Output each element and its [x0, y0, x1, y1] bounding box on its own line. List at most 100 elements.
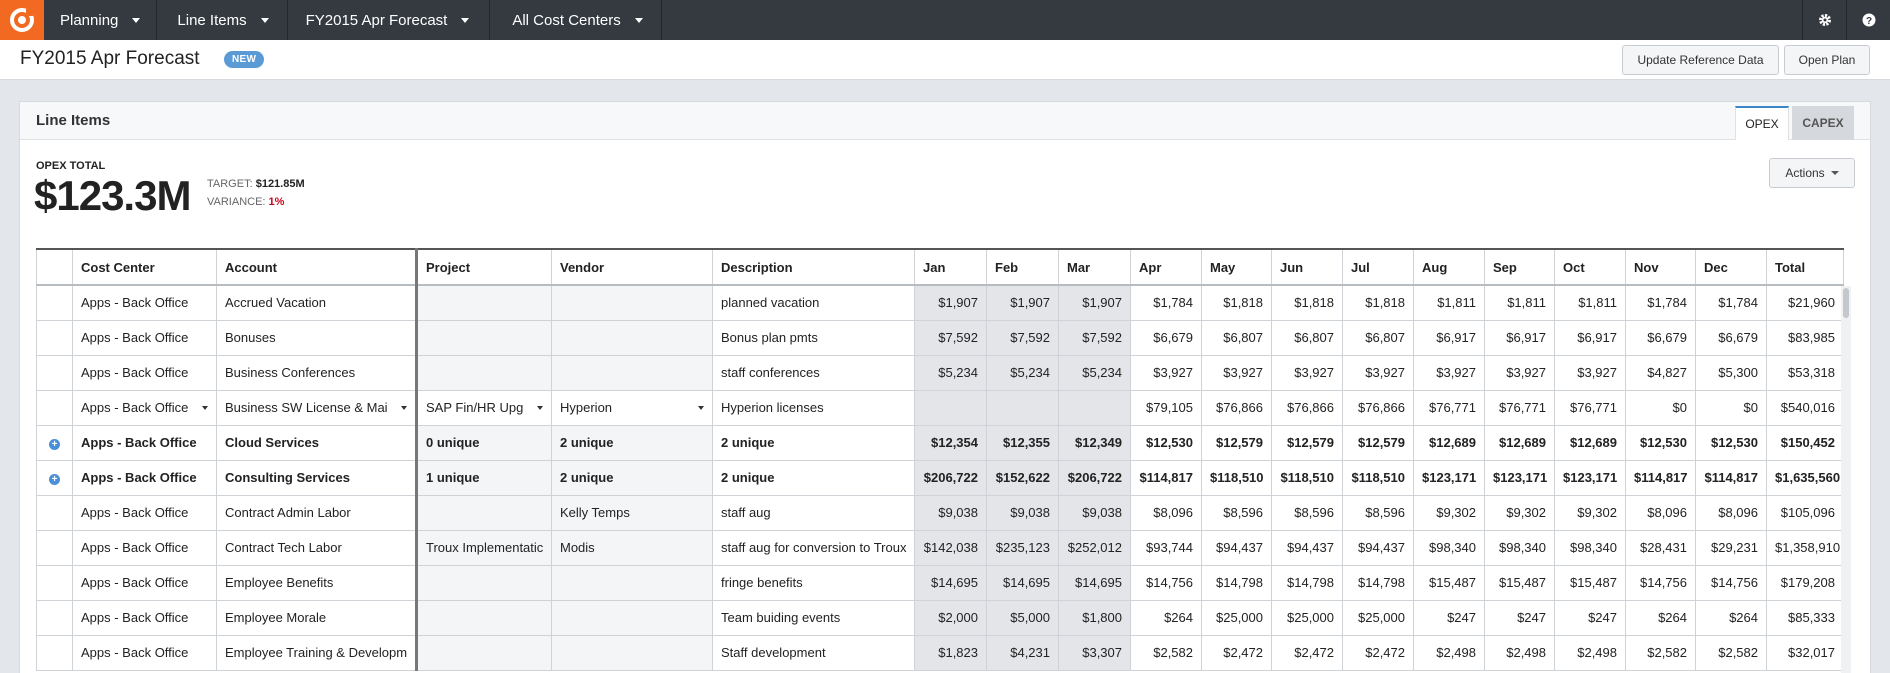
table-cell-sep[interactable]: $123,171	[1484, 459, 1555, 496]
table-cell-project[interactable]	[416, 599, 552, 636]
table-cell-feb[interactable]: $5,234	[986, 354, 1059, 391]
table-cell-cost-center[interactable]: Apps - Back Office	[72, 284, 217, 321]
table-cell-jun[interactable]: $6,807	[1271, 319, 1343, 356]
table-cell-description[interactable]: Hyperion licenses	[712, 389, 915, 426]
table-cell-jan[interactable]: $14,695	[914, 564, 987, 601]
table-cell-jan[interactable]	[914, 389, 987, 426]
table-cell-may[interactable]: $2,472	[1201, 634, 1272, 671]
table-row[interactable]: Apps - Back Office Employee Morale Team bu…	[36, 599, 1844, 636]
table-cell-jul[interactable]: $2,472	[1342, 634, 1414, 671]
table-cell-description[interactable]: Staff development	[712, 634, 915, 671]
table-cell-description[interactable]: staff aug for conversion to Troux	[712, 529, 915, 566]
table-cell-jul[interactable]: $12,579	[1342, 424, 1414, 461]
table-row[interactable]: Apps - Back Office Bonuses Bonus plan pmts…	[36, 319, 1844, 356]
table-cell-description[interactable]: fringe benefits	[712, 564, 915, 601]
table-cell-cost-center[interactable]: Apps - Back Office	[72, 424, 217, 461]
table-cell-sep[interactable]: $247	[1484, 599, 1555, 636]
table-cell-mar[interactable]: $1,907	[1058, 284, 1131, 321]
table-cell-may[interactable]: $118,510	[1201, 459, 1272, 496]
table-cell-oct[interactable]: $12,689	[1554, 424, 1626, 461]
table-cell-nov[interactable]: $114,817	[1625, 459, 1696, 496]
table-cell-jan[interactable]: $5,234	[914, 354, 987, 391]
table-cell-vendor[interactable]: Hyperion	[551, 389, 713, 426]
table-cell-jun[interactable]: $118,510	[1271, 459, 1343, 496]
table-cell-description[interactable]: Bonus plan pmts	[712, 319, 915, 356]
table-cell-feb[interactable]: $7,592	[986, 319, 1059, 356]
table-cell-jun[interactable]: $76,866	[1271, 389, 1343, 426]
table-cell-description[interactable]: 2 unique	[712, 459, 915, 496]
table-cell-cost-center[interactable]: Apps - Back Office	[72, 494, 217, 531]
column-header[interactable]: Aug	[1413, 248, 1485, 286]
dropdown-caret-icon[interactable]	[202, 405, 208, 410]
table-cell-total[interactable]: $85,333	[1766, 599, 1844, 636]
table-cell-jan[interactable]: $206,722	[914, 459, 987, 496]
table-cell-sep[interactable]: $76,771	[1484, 389, 1555, 426]
table-cell-jul[interactable]: $6,807	[1342, 319, 1414, 356]
table-cell-jun[interactable]: $2,472	[1271, 634, 1343, 671]
table-cell-cost-center[interactable]: Apps - Back Office	[72, 459, 217, 496]
table-cell-jun[interactable]: $3,927	[1271, 354, 1343, 391]
table-cell-apr[interactable]: $3,927	[1130, 354, 1202, 391]
table-cell-oct[interactable]: $123,171	[1554, 459, 1626, 496]
table-cell-dec[interactable]: $6,679	[1695, 319, 1767, 356]
table-row[interactable]: Apps - Back Office Accrued Vacation planne…	[36, 284, 1844, 321]
table-cell-account[interactable]: Employee Morale	[216, 599, 418, 636]
table-cell-jan[interactable]: $2,000	[914, 599, 987, 636]
table-cell-mar[interactable]: $5,234	[1058, 354, 1131, 391]
table-cell-may[interactable]: $12,579	[1201, 424, 1272, 461]
table-cell-nov[interactable]: $1,784	[1625, 284, 1696, 321]
table-cell-aug[interactable]: $98,340	[1413, 529, 1485, 566]
nav-cost-centers[interactable]: All Cost Centers	[490, 0, 662, 40]
table-cell-oct[interactable]: $76,771	[1554, 389, 1626, 426]
table-cell-jun[interactable]: $14,798	[1271, 564, 1343, 601]
table-cell-jan[interactable]: $1,823	[914, 634, 987, 671]
table-cell-description[interactable]: planned vacation	[712, 284, 915, 321]
table-cell-sep[interactable]: $3,927	[1484, 354, 1555, 391]
column-header[interactable]: Dec	[1695, 248, 1767, 286]
table-cell-vendor[interactable]	[551, 284, 713, 321]
column-header[interactable]: Feb	[986, 248, 1059, 286]
table-cell-nov[interactable]: $0	[1625, 389, 1696, 426]
table-cell-cost-center[interactable]: Apps - Back Office	[72, 389, 217, 426]
table-cell-sep[interactable]: $2,498	[1484, 634, 1555, 671]
table-cell-sep[interactable]: $12,689	[1484, 424, 1555, 461]
tab-opex[interactable]: OPEX	[1735, 106, 1789, 140]
table-cell-may[interactable]: $6,807	[1201, 319, 1272, 356]
table-cell-jul[interactable]: $94,437	[1342, 529, 1414, 566]
table-cell-total[interactable]: $32,017	[1766, 634, 1844, 671]
table-cell-mar[interactable]: $12,349	[1058, 424, 1131, 461]
table-row[interactable]: + Apps - Back Office Cloud Services 0 uniqu…	[36, 424, 1844, 461]
update-reference-data-button[interactable]: Update Reference Data	[1622, 45, 1779, 75]
table-cell-description[interactable]: Team buiding events	[712, 599, 915, 636]
table-cell-feb[interactable]: $152,622	[986, 459, 1059, 496]
table-row[interactable]: Apps - Back Office Business SW License & …	[36, 389, 1844, 426]
table-cell-total[interactable]: $1,635,560	[1766, 459, 1844, 496]
table-cell-may[interactable]: $76,866	[1201, 389, 1272, 426]
table-cell-account[interactable]: Bonuses	[216, 319, 418, 356]
scrollbar-thumb[interactable]	[1843, 288, 1849, 318]
table-cell-feb[interactable]: $9,038	[986, 494, 1059, 531]
table-cell-feb[interactable]: $12,355	[986, 424, 1059, 461]
column-header[interactable]: Total	[1766, 248, 1844, 286]
column-header[interactable]: Project	[416, 248, 552, 286]
tab-capex[interactable]: CAPEX	[1792, 106, 1854, 140]
table-cell-oct[interactable]: $1,811	[1554, 284, 1626, 321]
table-cell-dec[interactable]: $14,756	[1695, 564, 1767, 601]
table-cell-jan[interactable]: $142,038	[914, 529, 987, 566]
table-cell-nov[interactable]: $28,431	[1625, 529, 1696, 566]
table-cell-aug[interactable]: $1,811	[1413, 284, 1485, 321]
table-cell-nov[interactable]: $14,756	[1625, 564, 1696, 601]
table-cell-aug[interactable]: $6,917	[1413, 319, 1485, 356]
table-cell-nov[interactable]: $264	[1625, 599, 1696, 636]
table-cell-aug[interactable]: $3,927	[1413, 354, 1485, 391]
table-cell-project[interactable]: 1 unique	[416, 459, 552, 496]
table-cell-vendor[interactable]	[551, 599, 713, 636]
table-cell-vendor[interactable]: Modis	[551, 529, 713, 566]
table-cell-oct[interactable]: $247	[1554, 599, 1626, 636]
table-cell-dec[interactable]: $29,231	[1695, 529, 1767, 566]
table-cell-account[interactable]: Business SW License & Mai	[216, 389, 418, 426]
table-cell-vendor[interactable]	[551, 354, 713, 391]
table-cell-project[interactable]	[416, 564, 552, 601]
table-cell-total[interactable]: $21,960	[1766, 284, 1844, 321]
row-gutter[interactable]: +	[36, 459, 73, 496]
